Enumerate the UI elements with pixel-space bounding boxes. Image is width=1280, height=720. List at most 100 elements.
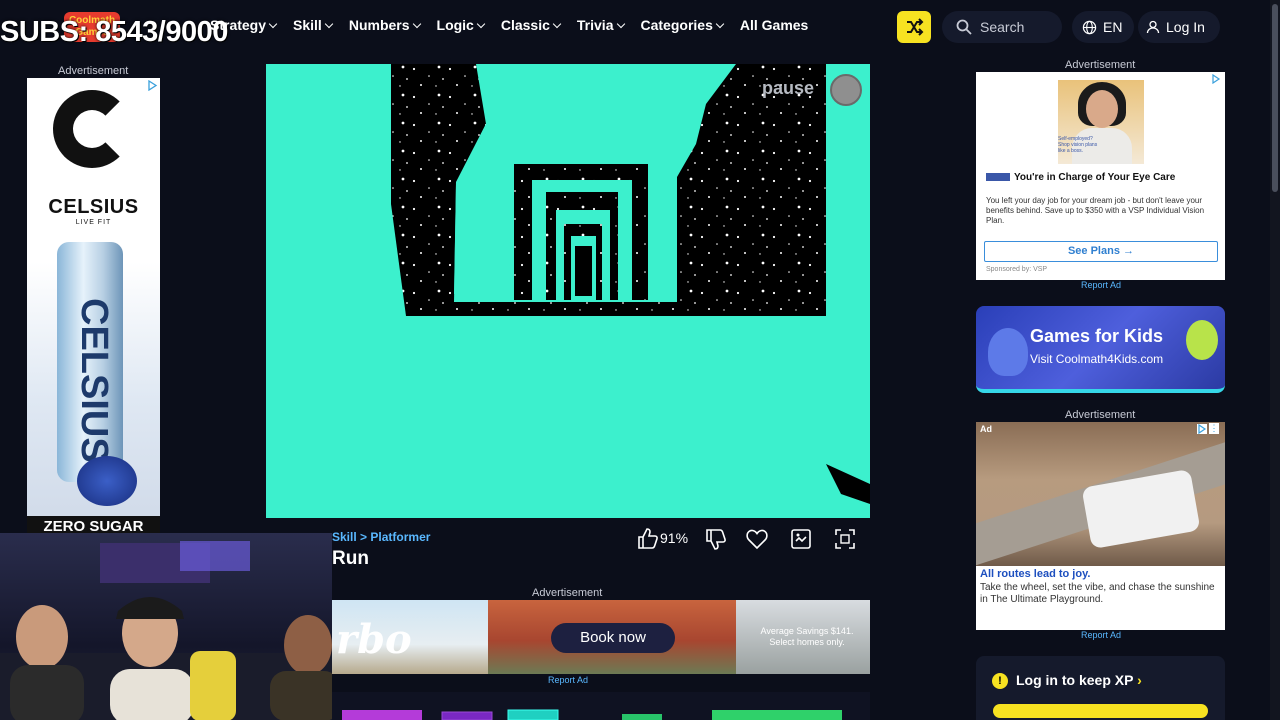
adchoices-icon[interactable] (1197, 424, 1207, 434)
woman-face-shape (1086, 90, 1118, 128)
nav-numbers[interactable]: Numbers (348, 17, 421, 33)
car-ad-title[interactable]: All routes lead to joy. (980, 568, 1090, 580)
advertisement-label: Advertisement (1065, 409, 1136, 421)
berries-image (77, 456, 137, 506)
webcam-overlay (0, 533, 332, 720)
chevron-right-icon: › (1137, 672, 1142, 688)
login-label: Log In (1166, 19, 1205, 35)
nav-label: All Games (739, 17, 809, 33)
search-placeholder: Search (980, 19, 1025, 35)
nav-trivia[interactable]: Trivia (577, 17, 625, 33)
nav-label: Logic (436, 17, 474, 33)
breadcrumb-platformer[interactable]: Platformer (370, 530, 430, 544)
celsius-logo-icon (53, 90, 131, 168)
game-title: Run (332, 548, 369, 569)
vsp-eye-care-ad[interactable]: Self-employed? Shop vision plans like a … (976, 72, 1225, 280)
chevron-down-icon (616, 19, 625, 28)
chevron-down-icon (552, 19, 562, 28)
kids-banner-title: Games for Kids (1030, 326, 1164, 346)
pause-label: pause (762, 78, 815, 98)
celsius-tagline: LIVE FIT (75, 219, 112, 226)
nav-classic[interactable]: Classic (500, 17, 562, 33)
login-button[interactable]: Log In (1138, 11, 1220, 43)
book-now-button[interactable]: Book now (551, 623, 675, 653)
keep-xp-card[interactable]: ! Log in to keep XP › (976, 656, 1225, 720)
heart-icon[interactable] (744, 526, 770, 552)
run-tunnel-scene (266, 64, 870, 518)
breadcrumb: Skill > Platformer (332, 530, 430, 544)
nav-label: Classic (500, 17, 550, 33)
games-for-kids-banner[interactable]: Games for Kids Visit Coolmath4Kids.com (976, 306, 1225, 393)
random-game-button[interactable] (897, 11, 931, 43)
report-ad-link[interactable]: Report Ad (1081, 280, 1121, 290)
sponsored-by: Sponsored by: VSP (986, 266, 1048, 273)
alien-mascot-icon (1186, 320, 1218, 360)
game-info-bar: Skill > Platformer Run 91% (266, 520, 870, 576)
keep-xp-label: Log in to keep XP (1016, 672, 1134, 688)
nav-categories[interactable]: Categories (640, 17, 725, 33)
adchoices-icon[interactable] (147, 80, 158, 91)
nav-label: Categories (640, 17, 713, 33)
warning-icon: ! (992, 673, 1008, 689)
keep-xp-text[interactable]: Log in to keep XP › (1016, 672, 1142, 688)
search-input[interactable]: Search (942, 11, 1062, 43)
thumbs-down-icon[interactable] (702, 526, 728, 552)
theater-mode-icon[interactable] (788, 526, 814, 552)
report-ad-link[interactable]: Report Ad (1081, 630, 1121, 640)
game-thumbnails-strip[interactable] (332, 692, 870, 720)
beach-image: rbo (332, 600, 488, 674)
user-icon (1146, 20, 1160, 34)
game-canvas[interactable]: pause (266, 64, 870, 518)
nav-strategy[interactable]: Strategy (210, 17, 278, 33)
main-nav: Strategy Skill Numbers Logic Classic Tri… (210, 17, 808, 33)
chevron-down-icon (412, 19, 421, 28)
rating-percent: 91% (660, 530, 689, 546)
thumbs-up-icon[interactable] (634, 526, 660, 552)
vsp-ad-title: You're in Charge of Your Eye Care (986, 172, 1175, 183)
brand-fragment: rbo (336, 616, 412, 663)
nav-logic[interactable]: Logic (436, 17, 486, 33)
breadcrumb-skill[interactable]: Skill (332, 530, 357, 544)
nav-label: Strategy (210, 17, 267, 33)
vsp-logo-icon (986, 173, 1010, 182)
woman-glasses-image: Self-employed? Shop vision plans like a … (1058, 80, 1144, 164)
game-thumbnails-art (342, 709, 842, 720)
advertisement-label: Advertisement (532, 587, 603, 599)
pause-button[interactable] (830, 74, 862, 106)
top-navigation: Coolmath Games SUBS: 8543/9000 Strategy … (0, 0, 1280, 56)
car-ad-body: Take the wheel, set the vibe, and chase … (980, 582, 1215, 605)
globe-icon (1082, 20, 1097, 34)
vsp-ad-title-text: You're in Charge of Your Eye Care (1014, 172, 1176, 183)
language-selector[interactable]: EN (1072, 11, 1134, 43)
webcam-scene (0, 541, 332, 720)
car-shape (1081, 468, 1201, 550)
advertisement-label: Advertisement (1065, 59, 1136, 71)
language-label: EN (1103, 19, 1123, 35)
report-ad-link[interactable]: Report Ad (548, 675, 588, 685)
celsius-brand: CELSIUS (48, 196, 139, 218)
xp-progress-bar (993, 704, 1208, 718)
ad-close-icon[interactable]: ⋮ (1209, 423, 1219, 434)
chevron-down-icon (268, 19, 278, 28)
convertible-car-image: Ad (976, 422, 1225, 566)
scrollbar-thumb[interactable] (1272, 4, 1278, 192)
ad-tag: Ad (980, 424, 992, 434)
nav-all-games[interactable]: All Games (740, 17, 808, 33)
adchoices-icon[interactable] (1211, 74, 1221, 84)
arrow-right-icon: → (1123, 245, 1135, 257)
shuffle-icon (907, 18, 924, 36)
chevron-down-icon (715, 19, 725, 28)
nav-skill[interactable]: Skill (293, 17, 334, 33)
vsp-ad-body: You left your day job for your dream job… (986, 196, 1205, 225)
celsius-ad[interactable]: CELSIUS LIVE FIT CELSIUS ZERO SUGAR (27, 78, 160, 538)
fullscreen-icon[interactable] (832, 526, 858, 552)
page-scrollbar[interactable] (1270, 0, 1280, 720)
advertisement-label: Advertisement (58, 65, 129, 77)
nav-label: Numbers (348, 17, 410, 33)
see-plans-button[interactable]: See Plans → (984, 241, 1218, 262)
speech-bubble-text: Self-employed? Shop vision plans like a … (1058, 136, 1098, 154)
savings-text: Average Savings $141. Select homes only. (760, 626, 854, 647)
chevron-down-icon (324, 19, 334, 28)
vacation-rental-ad[interactable]: rbo Book now Average Savings $141. Selec… (332, 600, 870, 674)
car-ad[interactable]: Ad All routes lead to joy. Take the whee… (976, 422, 1225, 630)
